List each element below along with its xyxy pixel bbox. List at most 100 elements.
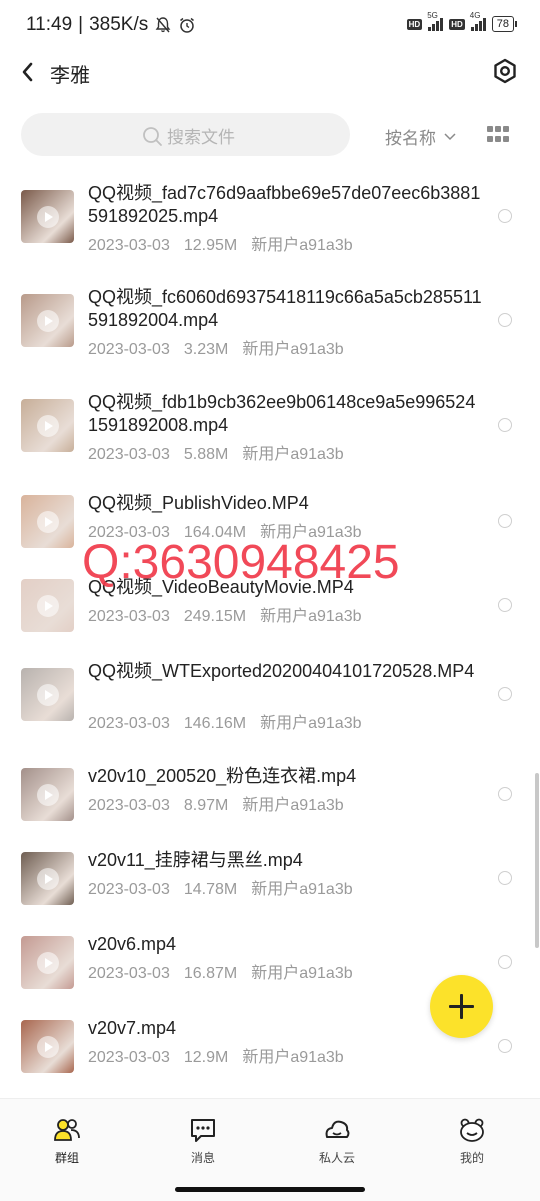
- nav-item-2[interactable]: 消息: [158, 1115, 248, 1166]
- status-bar: 11:49 | 385K/s HD 5G HD 4G 78: [0, 0, 540, 50]
- watermark-text: Q:3630948425: [82, 536, 400, 589]
- nav-item-4[interactable]: 我的: [427, 1115, 517, 1166]
- sort-label: 按名称: [385, 129, 436, 148]
- file-owner: 新用户a91a3b: [242, 446, 344, 463]
- file-size: 3.23M: [183, 341, 229, 358]
- alarm-icon: [180, 17, 195, 33]
- home-indicator: [175, 1187, 365, 1192]
- file-meta: 2023-03-03 3.23M 新用户a91a3b: [88, 335, 358, 359]
- file-size: 14.78M: [183, 881, 238, 898]
- play-icon: [37, 868, 59, 890]
- file-owner: 新用户a91a3b: [242, 341, 344, 358]
- select-radio[interactable]: [498, 871, 512, 885]
- file-size: 12.9M: [183, 1049, 229, 1066]
- file-name: v20v6.mp4: [88, 934, 177, 954]
- select-radio[interactable]: [498, 418, 512, 432]
- nav-label: 群组: [54, 1151, 79, 1165]
- file-owner: 新用户a91a3b: [242, 797, 344, 814]
- nav-label: 私人云: [318, 1151, 355, 1165]
- play-icon: [37, 310, 59, 332]
- back-arrow-icon[interactable]: [16, 58, 44, 86]
- search-placeholder: 搜索文件: [167, 128, 235, 147]
- file-date: 2023-03-03: [88, 965, 170, 982]
- chevron-down-icon: [444, 132, 456, 140]
- file-size: 16.87M: [183, 965, 238, 982]
- file-date: 2023-03-03: [88, 797, 170, 814]
- select-radio[interactable]: [498, 787, 512, 801]
- video-thumbnail: [21, 936, 74, 989]
- status-left: 11:49 | 385K/s: [26, 14, 196, 36]
- select-radio[interactable]: [498, 955, 512, 969]
- group-icon: [52, 1115, 82, 1145]
- file-meta: 2023-03-03 12.95M 新用户a91a3b: [88, 231, 367, 255]
- file-size: 8.97M: [183, 797, 229, 814]
- select-radio[interactable]: [498, 313, 512, 327]
- sort-dropdown[interactable]: 按名称: [385, 124, 456, 149]
- settings-icon[interactable]: [492, 58, 518, 84]
- video-thumbnail: [21, 668, 74, 721]
- file-owner: 新用户a91a3b: [251, 881, 353, 898]
- play-icon: [37, 784, 59, 806]
- file-owner: 新用户a91a3b: [260, 715, 362, 732]
- file-name: QQ视频_WTExported20200404101720528.MP4: [88, 661, 475, 681]
- nav-label: 消息: [190, 1151, 215, 1165]
- play-icon: [37, 595, 59, 617]
- file-owner: 新用户a91a3b: [251, 965, 353, 982]
- nav-label: 我的: [459, 1151, 484, 1165]
- file-meta: 2023-03-03 16.87M 新用户a91a3b: [88, 959, 367, 983]
- file-size: 5.88M: [183, 446, 229, 463]
- select-radio[interactable]: [498, 598, 512, 612]
- file-date: 2023-03-03: [88, 341, 170, 358]
- play-icon: [37, 952, 59, 974]
- file-name: v20v11_挂脖裙与黑丝.mp4: [88, 850, 303, 870]
- file-name: QQ视频_fc6060d69375418119c66a5a5cb28551159…: [88, 287, 482, 330]
- video-thumbnail: [21, 190, 74, 243]
- file-date: 2023-03-03: [88, 237, 170, 254]
- status-time: 11:49: [26, 14, 73, 35]
- file-size: 146.16M: [183, 715, 247, 732]
- add-button[interactable]: [430, 975, 493, 1038]
- hd-badge-2: HD: [449, 18, 465, 30]
- network-speed: 385K/s: [89, 14, 149, 35]
- video-thumbnail: [21, 495, 74, 548]
- nav-item-3[interactable]: 私人云: [292, 1115, 382, 1166]
- file-meta: 2023-03-03 146.16M 新用户a91a3b: [88, 709, 376, 733]
- grid-view-icon[interactable]: [487, 126, 511, 144]
- video-thumbnail: [21, 768, 74, 821]
- video-thumbnail: [21, 294, 74, 347]
- file-name: v20v10_200520_粉色连衣裙.mp4: [88, 766, 357, 786]
- message-icon: [188, 1115, 218, 1145]
- file-owner: 新用户a91a3b: [242, 1049, 344, 1066]
- scrollbar[interactable]: [535, 773, 539, 948]
- hd-badge: HD: [406, 18, 423, 30]
- video-thumbnail: [21, 852, 74, 905]
- signal-icon: 5G: [427, 11, 444, 31]
- nav-item-1[interactable]: 群组: [22, 1115, 112, 1166]
- file-name: QQ视频_PublishVideo.MP4: [88, 493, 309, 513]
- play-icon: [37, 206, 59, 228]
- profile-icon: [457, 1115, 487, 1145]
- select-radio[interactable]: [498, 1039, 512, 1053]
- play-icon: [37, 415, 59, 437]
- file-date: 2023-03-03: [88, 881, 170, 898]
- select-radio[interactable]: [498, 687, 512, 701]
- select-radio[interactable]: [498, 514, 512, 528]
- search-input[interactable]: 搜索文件: [21, 113, 350, 156]
- battery-icon: 78: [491, 16, 518, 32]
- bottom-nav: 群组 消息 私人云 我的: [0, 1098, 540, 1201]
- file-meta: 2023-03-03 8.97M 新用户a91a3b: [88, 791, 358, 815]
- file-meta: 2023-03-03 5.88M 新用户a91a3b: [88, 440, 358, 464]
- file-date: 2023-03-03: [88, 608, 170, 625]
- file-meta: 2023-03-03 249.15M 新用户a91a3b: [88, 602, 376, 626]
- search-icon: [143, 126, 162, 146]
- file-date: 2023-03-03: [88, 446, 170, 463]
- file-owner: 新用户a91a3b: [260, 608, 362, 625]
- file-meta: 2023-03-03 12.9M 新用户a91a3b: [88, 1043, 358, 1067]
- page-title: 李雅: [50, 65, 90, 87]
- select-radio[interactable]: [498, 209, 512, 223]
- file-owner: 新用户a91a3b: [251, 237, 353, 254]
- file-name: QQ视频_fdb1b9cb362ee9b06148ce9a5e996524159…: [88, 392, 476, 435]
- play-icon: [37, 1036, 59, 1058]
- file-name: QQ视频_fad7c76d9aafbbe69e57de07eec6b388159…: [88, 183, 481, 226]
- mute-bell-icon: [155, 17, 171, 33]
